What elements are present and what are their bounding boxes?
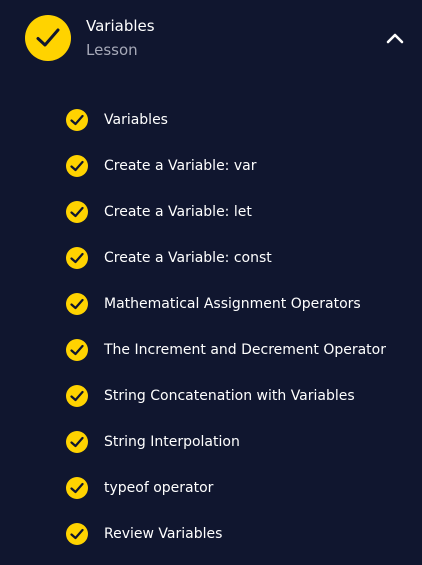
check-circle-icon — [66, 155, 88, 177]
check-circle-icon — [66, 523, 88, 545]
check-circle-icon — [66, 385, 88, 407]
lesson-item-label: typeof operator — [104, 480, 214, 496]
lesson-item-label: Create a Variable: const — [104, 250, 272, 266]
lesson-title: Variables — [86, 17, 155, 35]
lesson-item[interactable]: Variables — [0, 97, 422, 143]
lesson-item[interactable]: Create a Variable: const — [0, 235, 422, 281]
lesson-item-list: Variables Create a Variable: var Create … — [0, 97, 422, 557]
lesson-item-label: String Interpolation — [104, 434, 240, 450]
lesson-item[interactable]: Create a Variable: var — [0, 143, 422, 189]
chevron-up-icon[interactable] — [382, 28, 408, 48]
lesson-item[interactable]: String Interpolation — [0, 419, 422, 465]
check-circle-icon — [66, 201, 88, 223]
check-circle-icon — [66, 477, 88, 499]
lesson-item-label: Create a Variable: let — [104, 204, 252, 220]
lesson-item-label: Variables — [104, 112, 168, 128]
lesson-item[interactable]: The Increment and Decrement Operator — [0, 327, 422, 373]
lesson-header[interactable]: Variables Lesson — [0, 0, 422, 80]
lesson-item[interactable]: typeof operator — [0, 465, 422, 511]
lesson-item[interactable]: Create a Variable: let — [0, 189, 422, 235]
check-circle-icon — [66, 109, 88, 131]
lesson-item-label: Mathematical Assignment Operators — [104, 296, 361, 312]
lesson-item-label: Review Variables — [104, 526, 223, 542]
check-circle-icon — [66, 339, 88, 361]
check-circle-icon — [66, 431, 88, 453]
lesson-type-label: Lesson — [86, 41, 138, 59]
check-circle-icon — [25, 15, 71, 61]
check-circle-icon — [66, 247, 88, 269]
lesson-item-label: Create a Variable: var — [104, 158, 257, 174]
check-circle-icon — [66, 293, 88, 315]
lesson-item[interactable]: String Concatenation with Variables — [0, 373, 422, 419]
lesson-item-label: String Concatenation with Variables — [104, 388, 355, 404]
lesson-item[interactable]: Review Variables — [0, 511, 422, 557]
lesson-item[interactable]: Mathematical Assignment Operators — [0, 281, 422, 327]
lesson-item-label: The Increment and Decrement Operator — [104, 342, 386, 358]
